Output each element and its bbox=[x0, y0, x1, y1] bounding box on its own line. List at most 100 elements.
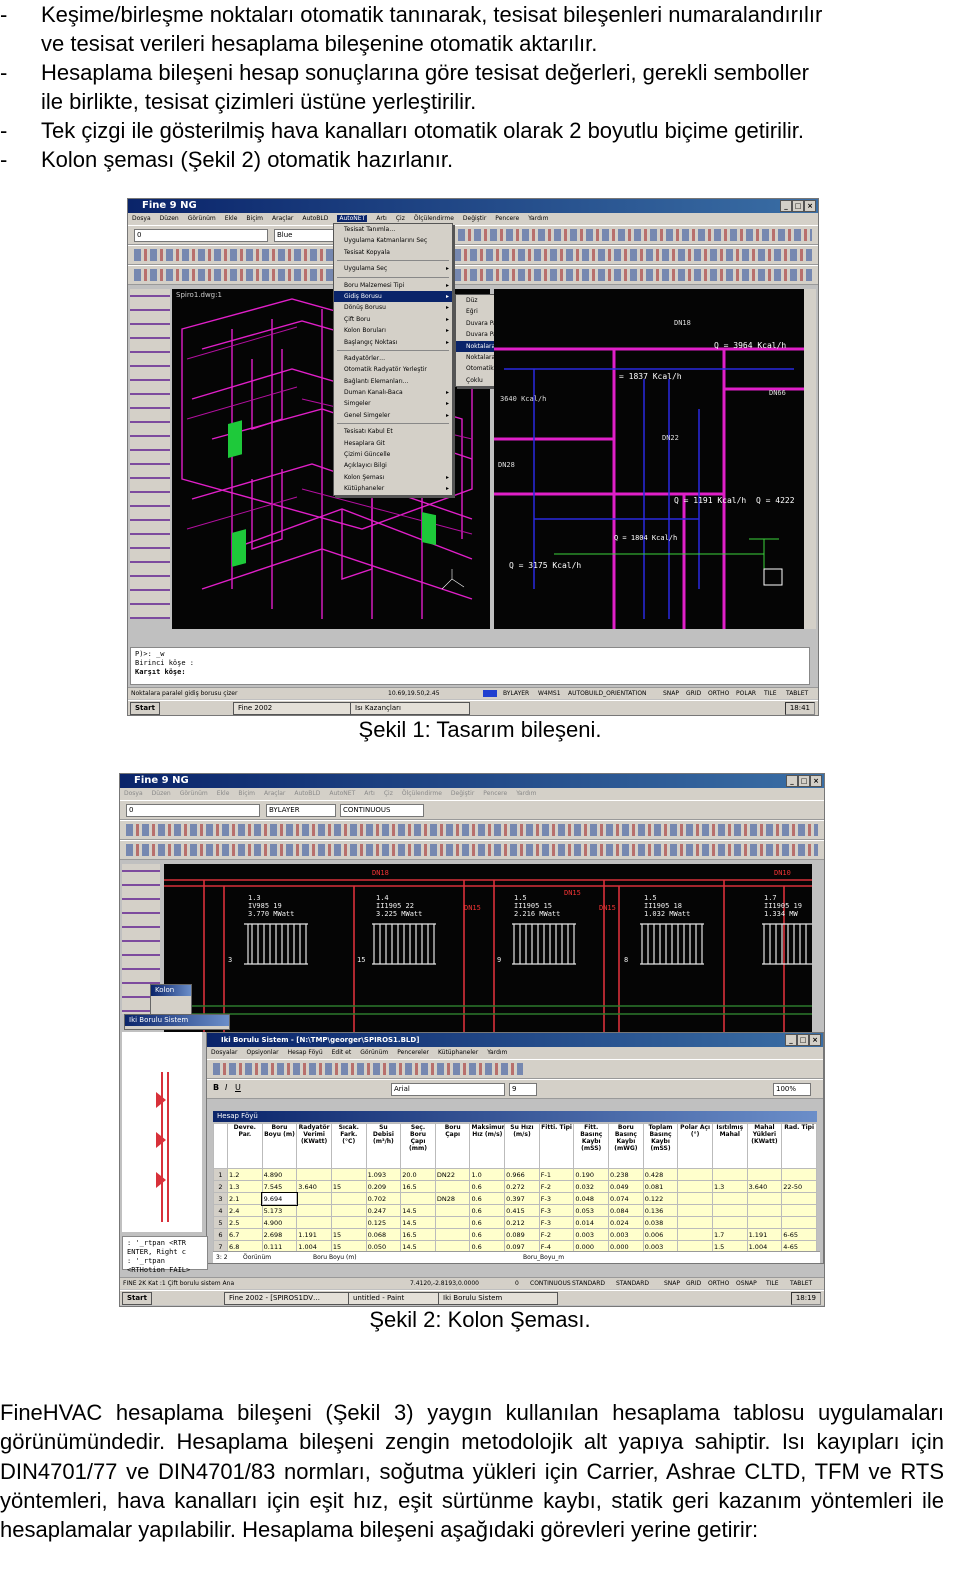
size-combo[interactable]: 9 bbox=[509, 1083, 537, 1096]
riser-diagram-canvas[interactable]: DN18 DN15 DN15 DN15 DN10 1.3 IV985 19 3.… bbox=[164, 864, 812, 1032]
grid-toggle[interactable]: GRID bbox=[686, 1278, 701, 1289]
menu-autonet[interactable]: AutoNET bbox=[337, 215, 368, 222]
taskbar-item[interactable]: Fine 2002 - [SPIROS1DV… bbox=[224, 1292, 352, 1305]
column-header[interactable]: Sıcak. Fark. (°C) bbox=[330, 1123, 367, 1169]
table-cell[interactable]: F-3 bbox=[538, 1216, 575, 1229]
zoom-combo[interactable]: 100% bbox=[773, 1083, 811, 1096]
left-tool-palette[interactable] bbox=[130, 289, 170, 619]
table-cell[interactable]: 2.5 bbox=[227, 1216, 263, 1229]
table-cell[interactable] bbox=[296, 1216, 332, 1229]
menu-item[interactable]: Uygulama Katmanlarını Seç bbox=[334, 235, 452, 246]
menu-item[interactable]: Kolon Şeması bbox=[334, 472, 452, 484]
table-cell[interactable] bbox=[746, 1204, 783, 1217]
ortho-toggle[interactable]: ORTHO bbox=[708, 688, 729, 699]
close-button[interactable]: × bbox=[810, 775, 822, 787]
menu-dosya[interactable]: Dosya bbox=[132, 215, 151, 222]
table-cell[interactable] bbox=[746, 1168, 783, 1181]
table-cell[interactable]: F-3 bbox=[538, 1204, 575, 1217]
table-cell[interactable]: 6-65 bbox=[781, 1228, 817, 1241]
table-cell[interactable]: F-3 bbox=[538, 1192, 575, 1205]
menu-yardim[interactable]: Yardım bbox=[487, 1049, 507, 1056]
table-cell[interactable] bbox=[434, 1228, 471, 1241]
table-cell[interactable]: 1.2 bbox=[227, 1168, 263, 1181]
table-cell[interactable] bbox=[781, 1204, 817, 1217]
table-cell[interactable]: 0.089 bbox=[504, 1228, 540, 1241]
table-cell[interactable]: 2.4 bbox=[227, 1204, 263, 1217]
table-cell[interactable] bbox=[434, 1216, 471, 1229]
table-cell[interactable]: 0.6 bbox=[469, 1192, 506, 1205]
taskbar-item[interactable]: Iki Borulu Sistem bbox=[438, 1292, 558, 1305]
column-header[interactable]: Toplam Basınç Kaybı (mSS) bbox=[642, 1123, 679, 1169]
menu-item[interactable]: Duman Kanalı-Baca bbox=[334, 387, 452, 399]
column-header[interactable]: Maksimum Hız (m/s) bbox=[469, 1123, 506, 1169]
table-cell[interactable]: 0.125 bbox=[365, 1216, 402, 1229]
table-cell[interactable] bbox=[781, 1216, 817, 1229]
column-header[interactable]: Mahal Yükleri (KWatt) bbox=[746, 1123, 783, 1169]
table-cell[interactable]: 1.3 bbox=[711, 1180, 748, 1193]
toolbar-icons[interactable] bbox=[126, 844, 818, 856]
table-cell[interactable] bbox=[677, 1216, 713, 1229]
menu-dosya[interactable]: Dosya bbox=[124, 790, 143, 797]
menu-kutuphaneler[interactable]: Kütüphaneler bbox=[438, 1049, 478, 1056]
menu-bicim[interactable]: Biçim bbox=[246, 215, 263, 222]
table-cell[interactable]: 0.068 bbox=[365, 1228, 402, 1241]
linetype-combo[interactable]: BYLAYER bbox=[266, 804, 336, 817]
table-cell[interactable] bbox=[781, 1192, 817, 1205]
command-line[interactable]: : '_rtpan <RTR ENTER, Right c : '_rtpan … bbox=[122, 1236, 208, 1274]
table-cell[interactable]: 0.238 bbox=[608, 1168, 644, 1181]
menu-yardim[interactable]: Yardım bbox=[516, 790, 536, 797]
menu-item[interactable]: Radyatörler… bbox=[334, 353, 452, 364]
row-number[interactable]: 3 bbox=[213, 1192, 228, 1205]
table-cell[interactable]: 0.6 bbox=[469, 1180, 506, 1193]
taskbar-item[interactable]: untitled - Paint bbox=[348, 1292, 442, 1305]
column-header[interactable]: Boru Boyu (m) bbox=[261, 1123, 298, 1169]
table-cell[interactable] bbox=[677, 1204, 713, 1217]
menu-autobld[interactable]: AutoBLD bbox=[294, 790, 320, 797]
table-cell[interactable]: 0.038 bbox=[642, 1216, 679, 1229]
table-cell[interactable]: 0.6 bbox=[469, 1204, 506, 1217]
menu-pencere[interactable]: Pencere bbox=[483, 790, 507, 797]
table-cell[interactable]: 0.428 bbox=[642, 1168, 679, 1181]
table-cell[interactable]: 7.545 bbox=[261, 1180, 298, 1193]
table-cell[interactable] bbox=[711, 1216, 748, 1229]
menu-item[interactable]: Genel Simgeler bbox=[334, 410, 452, 422]
table-cell[interactable]: 16.5 bbox=[400, 1228, 436, 1241]
snap-toggle[interactable]: SNAP bbox=[663, 688, 679, 699]
start-button[interactable]: Start bbox=[122, 1292, 152, 1305]
table-cell[interactable] bbox=[677, 1168, 713, 1181]
layer-combo[interactable]: 0 bbox=[134, 229, 268, 242]
table-cell[interactable]: 0.049 bbox=[608, 1180, 644, 1193]
table-cell[interactable]: 3.640 bbox=[746, 1180, 783, 1193]
table-cell[interactable]: 0.6 bbox=[469, 1216, 506, 1229]
table-cell[interactable] bbox=[296, 1192, 332, 1205]
minimize-button[interactable]: _ bbox=[785, 1034, 797, 1046]
table-cell[interactable] bbox=[677, 1228, 713, 1241]
menu-hesap-foyu[interactable]: Hesap Föyü bbox=[288, 1049, 323, 1056]
toolbar-icons[interactable] bbox=[134, 269, 812, 281]
table-cell[interactable]: 0.122 bbox=[642, 1192, 679, 1205]
table-cell[interactable]: 20.0 bbox=[400, 1168, 436, 1181]
menu-autonet[interactable]: AutoNET bbox=[329, 790, 355, 797]
row-number[interactable]: 2 bbox=[213, 1180, 228, 1193]
table-cell[interactable]: DN28 bbox=[434, 1192, 471, 1205]
minimize-button[interactable]: _ bbox=[780, 200, 792, 212]
menu-item[interactable]: Bağlantı Elemanları… bbox=[334, 376, 452, 387]
column-header[interactable]: Devre. Par. bbox=[227, 1123, 263, 1169]
toolbar-icons[interactable] bbox=[213, 1063, 523, 1075]
table-cell[interactable]: 1.093 bbox=[365, 1168, 402, 1181]
column-header[interactable]: Isıtılmış Mahal bbox=[711, 1123, 748, 1169]
menu-yardim[interactable]: Yardım bbox=[528, 215, 548, 222]
table-cell[interactable] bbox=[711, 1192, 748, 1205]
table-cell[interactable]: F-2 bbox=[538, 1180, 575, 1193]
italic-button[interactable]: I bbox=[225, 1083, 227, 1092]
menu-item[interactable]: Simgeler bbox=[334, 398, 452, 410]
table-cell[interactable] bbox=[330, 1168, 367, 1181]
table-cell[interactable]: 0.212 bbox=[504, 1216, 540, 1229]
menu-item[interactable]: Başlangıç Noktası bbox=[334, 337, 452, 349]
table-cell[interactable]: 0.003 bbox=[608, 1228, 644, 1241]
table-cell[interactable]: 4.890 bbox=[261, 1168, 298, 1181]
table-cell[interactable]: 6.7 bbox=[227, 1228, 263, 1241]
menu-pencere[interactable]: Pencere bbox=[495, 215, 519, 222]
table-cell[interactable] bbox=[434, 1180, 471, 1193]
menu-ciz[interactable]: Çiz bbox=[396, 215, 405, 222]
